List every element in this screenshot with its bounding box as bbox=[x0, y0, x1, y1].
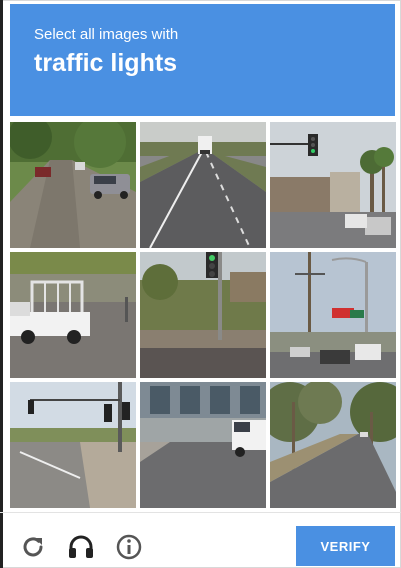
image-tile-8[interactable] bbox=[140, 382, 266, 508]
instruction-header: Select all images with traffic lights bbox=[10, 4, 395, 116]
reload-icon[interactable] bbox=[18, 532, 48, 562]
window-edge bbox=[0, 0, 3, 568]
tile-image bbox=[270, 382, 396, 508]
info-icon[interactable] bbox=[114, 532, 144, 562]
tile-image bbox=[10, 382, 136, 508]
tile-image bbox=[270, 252, 396, 378]
tile-image bbox=[140, 252, 266, 378]
image-tile-7[interactable] bbox=[10, 382, 136, 508]
target-object-text: traffic lights bbox=[34, 49, 178, 77]
tile-image bbox=[270, 122, 396, 248]
image-tile-9[interactable] bbox=[270, 382, 396, 508]
tile-image bbox=[10, 122, 136, 248]
image-tile-6[interactable] bbox=[270, 252, 396, 378]
tile-image bbox=[140, 382, 266, 508]
headphones-icon[interactable] bbox=[66, 532, 96, 562]
tile-image bbox=[140, 122, 266, 248]
image-tile-4[interactable] bbox=[10, 252, 136, 378]
image-tile-3[interactable] bbox=[270, 122, 396, 248]
instruction-text: Select all images with bbox=[34, 26, 179, 43]
verify-button[interactable]: VERIFY bbox=[296, 526, 395, 566]
image-tile-5[interactable] bbox=[140, 252, 266, 378]
image-tile-2[interactable] bbox=[140, 122, 266, 248]
image-tile-1[interactable] bbox=[10, 122, 136, 248]
image-grid bbox=[10, 122, 396, 508]
tile-image bbox=[10, 252, 136, 378]
